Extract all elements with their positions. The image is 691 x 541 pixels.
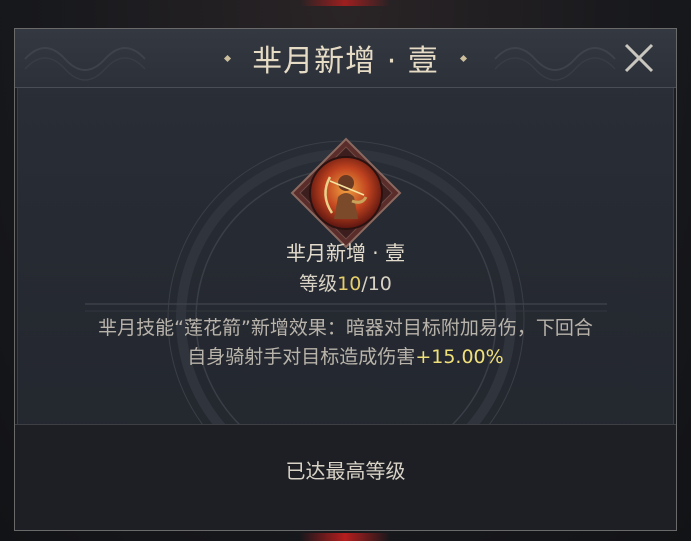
description-bonus-value: +15.00% [415, 346, 504, 368]
level-current: 10 [337, 273, 362, 295]
skill-name: 芈月新增 · 壹 [285, 241, 406, 265]
title-diamond-icon [459, 54, 467, 62]
background-glow-bottom [300, 533, 390, 541]
description-text: 自身骑射手对目标造成伤害 [187, 346, 416, 368]
close-button[interactable] [610, 33, 668, 83]
background-glow-top [300, 0, 390, 6]
max-level-status: 已达最高等级 [285, 459, 406, 483]
dialog-title: 芈月新增 · 壹 [252, 44, 439, 79]
title-row: 芈月新增 · 壹 [15, 29, 676, 87]
upgrade-dialog: 芈月新增 · 壹 芈月新增 · 壹 等级10/10 芈月技能“莲花箭”新增效果：… [14, 28, 677, 531]
archer-portrait-icon [309, 156, 383, 230]
description-line-1: 芈月技能“莲花箭”新增效果：暗器对目标附加易伤，下回合 [98, 317, 593, 339]
level-max: /10 [361, 273, 392, 295]
level-label: 等级 [299, 273, 338, 295]
skill-icon-frame [290, 137, 402, 249]
skill-description: 芈月技能“莲花箭”新增效果：暗器对目标附加易伤，下回合 自身骑射手对目标造成伤害… [15, 314, 676, 372]
dialog-footer: 已达最高等级 [15, 424, 676, 530]
description-line-2: 自身骑射手对目标造成伤害+15.00% [15, 343, 676, 372]
game-screen: 芈月新增 · 壹 芈月新增 · 壹 等级10/10 芈月技能“莲花箭”新增效果：… [0, 0, 691, 541]
dialog-header: 芈月新增 · 壹 [15, 29, 676, 88]
close-icon [624, 43, 654, 73]
skill-level: 等级10/10 [15, 269, 676, 296]
title-diamond-icon [224, 54, 232, 62]
